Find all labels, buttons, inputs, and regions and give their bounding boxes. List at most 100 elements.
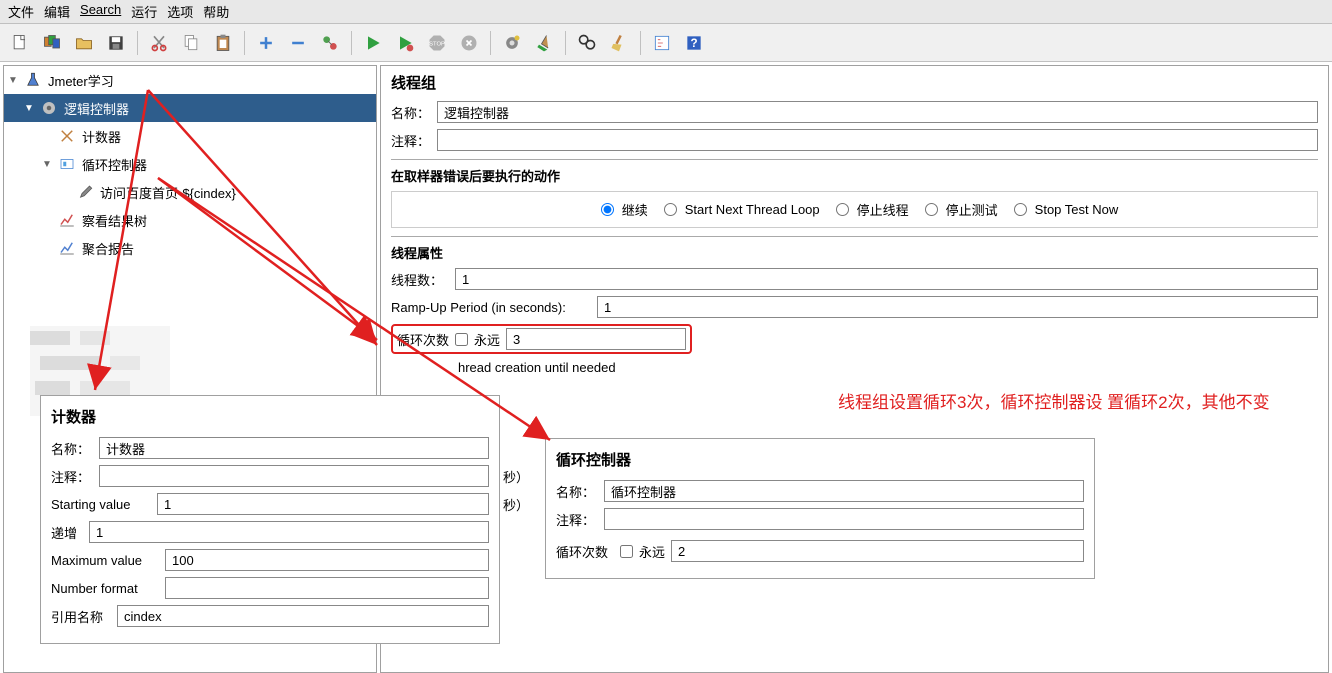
thread-group-panel: 线程组 名称： 注释： 在取样器错误后要执行的动作 继续 Start Next … — [380, 65, 1329, 673]
counter-name-label: 名称： — [51, 439, 93, 458]
radio-continue[interactable] — [601, 203, 614, 216]
threads-label: 线程数： — [391, 270, 449, 289]
loop-comment-input[interactable] — [604, 508, 1084, 530]
loop-forever-checkbox[interactable] — [620, 545, 633, 558]
menu-edit[interactable]: 编辑 — [44, 2, 70, 21]
tools-icon — [56, 125, 78, 147]
ref-name-input[interactable] — [117, 605, 489, 627]
search-icon[interactable] — [573, 29, 601, 57]
start-remote-icon[interactable] — [391, 29, 419, 57]
counter-title: 计数器 — [51, 406, 489, 427]
expand-icon[interactable]: ▼ — [8, 75, 22, 86]
counter-comment-label: 注释： — [51, 467, 93, 486]
loop-count-input2[interactable] — [671, 540, 1084, 562]
comment-label: 注释： — [391, 131, 431, 150]
help-icon[interactable]: ? — [680, 29, 708, 57]
forever-label: 永远 — [474, 330, 500, 349]
max-value-input[interactable] — [165, 549, 489, 571]
paste-icon[interactable] — [209, 29, 237, 57]
loop-comment-label: 注释： — [556, 510, 598, 529]
expand-icon[interactable]: ▼ — [42, 159, 56, 170]
add-icon[interactable] — [252, 29, 280, 57]
loop-count-input[interactable] — [506, 328, 686, 350]
controller-icon — [56, 153, 78, 175]
copy-icon[interactable] — [177, 29, 205, 57]
increment-label: 递增 — [51, 523, 83, 542]
seconds-suffix: 秒） — [503, 467, 529, 486]
toolbar: STOP ? — [0, 24, 1332, 62]
loop-highlight-box: 循环次数 永远 — [391, 324, 692, 354]
svg-text:STOP: STOP — [429, 41, 445, 47]
error-action-radios: 继续 Start Next Thread Loop 停止线程 停止测试 Stop… — [391, 191, 1318, 228]
counter-comment-input[interactable] — [99, 465, 489, 487]
rampup-label: Ramp-Up Period (in seconds): — [391, 300, 591, 315]
loop-title: 循环控制器 — [556, 449, 1084, 470]
flask-icon — [22, 69, 44, 91]
error-action-header: 在取样器错误后要执行的动作 — [391, 159, 1318, 185]
shutdown-icon[interactable] — [455, 29, 483, 57]
templates-icon[interactable] — [38, 29, 66, 57]
radio-stop-now[interactable] — [1014, 203, 1027, 216]
save-icon[interactable] — [102, 29, 130, 57]
gear-icon — [38, 97, 60, 119]
new-icon[interactable] — [6, 29, 34, 57]
radio-stop-thread[interactable] — [836, 203, 849, 216]
menu-run[interactable]: 运行 — [131, 2, 157, 21]
seconds-suffix: 秒） — [503, 495, 529, 514]
toggle-icon[interactable] — [316, 29, 344, 57]
tree-counter[interactable]: 计数器 — [4, 122, 376, 150]
delay-label: hread creation until needed — [458, 360, 616, 375]
cut-icon[interactable] — [145, 29, 173, 57]
tree-http-request[interactable]: 访问百度首页-${cindex} — [4, 178, 376, 206]
broom-icon[interactable] — [605, 29, 633, 57]
chart-icon — [56, 237, 78, 259]
threads-input[interactable] — [455, 268, 1318, 290]
loop-count-label2: 循环次数 — [556, 542, 614, 561]
tree-logic-controller[interactable]: ▼ 逻辑控制器 — [4, 94, 376, 122]
menu-options[interactable]: 选项 — [167, 2, 193, 21]
loop-count-label: 循环次数 — [397, 330, 449, 349]
tree-root[interactable]: ▼ Jmeter学习 — [4, 66, 376, 94]
comment-input[interactable] — [437, 129, 1318, 151]
number-format-label: Number format — [51, 581, 159, 596]
tree-loop-controller[interactable]: ▼ 循环控制器 — [4, 150, 376, 178]
loop-name-label: 名称： — [556, 482, 598, 501]
loop-name-input[interactable] — [604, 480, 1084, 502]
radio-stop-test[interactable] — [925, 203, 938, 216]
ref-name-label: 引用名称 — [51, 607, 111, 626]
broom-clear-icon[interactable] — [530, 29, 558, 57]
panel-title: 线程组 — [391, 72, 1318, 93]
remove-icon[interactable] — [284, 29, 312, 57]
expand-icon[interactable]: ▼ — [24, 103, 38, 114]
counter-overlay-panel: 计数器 名称： 注释： 秒） Starting value 秒） 递增 Maxi… — [40, 395, 500, 644]
counter-name-input[interactable] — [99, 437, 489, 459]
stop-icon[interactable]: STOP — [423, 29, 451, 57]
tree-aggregate-report[interactable]: 聚合报告 — [4, 234, 376, 262]
function-icon[interactable] — [648, 29, 676, 57]
svg-text:?: ? — [690, 37, 697, 50]
max-value-label: Maximum value — [51, 553, 159, 568]
start-icon[interactable] — [359, 29, 387, 57]
loop-forever-label: 永远 — [639, 542, 665, 561]
menu-help[interactable]: 帮助 — [203, 2, 229, 21]
increment-input[interactable] — [89, 521, 489, 543]
menu-search[interactable]: Search — [80, 2, 121, 21]
chart-icon — [56, 209, 78, 231]
rampup-input[interactable] — [597, 296, 1318, 318]
thread-props-header: 线程属性 — [391, 236, 1318, 262]
number-format-input[interactable] — [165, 577, 489, 599]
starting-value-label: Starting value — [51, 497, 151, 512]
starting-value-input[interactable] — [157, 493, 489, 515]
annotation-text: 线程组设置循环3次，循环控制器设 置循环2次，其他不变 — [838, 390, 1270, 416]
name-input[interactable] — [437, 101, 1318, 123]
forever-checkbox[interactable] — [455, 333, 468, 346]
tree-view-results[interactable]: 察看结果树 — [4, 206, 376, 234]
open-icon[interactable] — [70, 29, 98, 57]
loop-overlay-panel: 循环控制器 名称： 注释： 循环次数 永远 — [545, 438, 1095, 579]
menu-bar: 文件 编辑 Search 运行 选项 帮助 — [0, 0, 1332, 24]
menu-file[interactable]: 文件 — [8, 2, 34, 21]
radio-start-next[interactable] — [664, 203, 677, 216]
name-label: 名称： — [391, 103, 431, 122]
gear-clear-icon[interactable] — [498, 29, 526, 57]
dropper-icon — [74, 181, 96, 203]
